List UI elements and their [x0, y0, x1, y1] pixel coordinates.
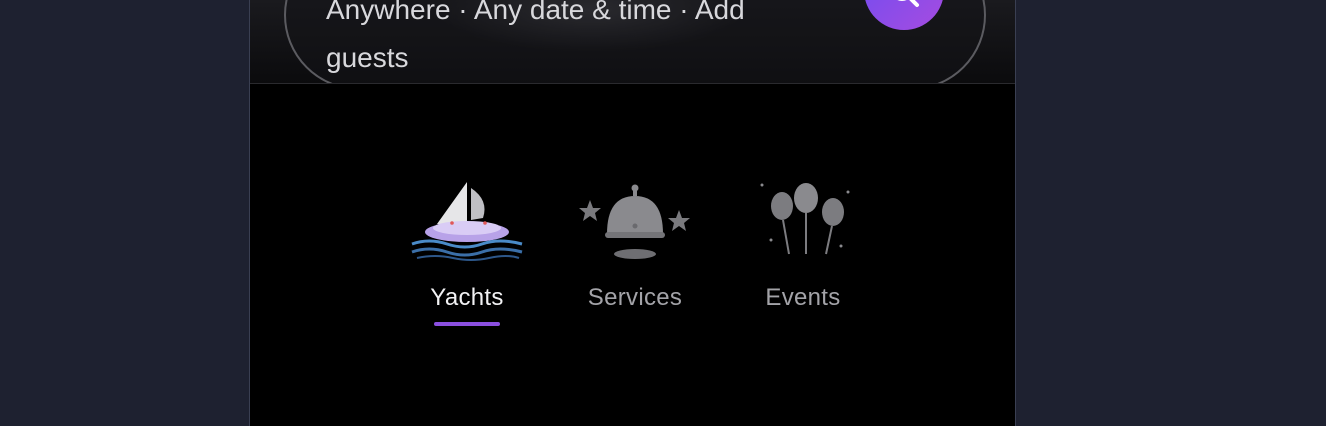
- tab-label: Services: [587, 284, 683, 311]
- tab-indicator: [770, 322, 836, 326]
- search-icon: [897, 0, 919, 7]
- app-screen: Anywhere · Any date & time · Add guests: [249, 0, 1016, 426]
- tab-yachts[interactable]: Yachts: [387, 180, 547, 326]
- search-summary[interactable]: Anywhere · Any date & time · Add guests: [326, 0, 826, 82]
- tab-label: Events: [765, 284, 841, 311]
- tab-indicator: [602, 322, 668, 326]
- concierge-bell-icon: [575, 180, 695, 264]
- search-summary-line-2: guests: [326, 42, 409, 73]
- tab-label: Yachts: [430, 284, 504, 311]
- tab-services[interactable]: Services: [555, 180, 715, 326]
- tab-events[interactable]: Events: [723, 180, 883, 326]
- active-tab-indicator: [434, 322, 500, 326]
- hero-banner: Anywhere · Any date & time · Add guests: [250, 0, 1015, 84]
- yacht-icon: [407, 180, 527, 264]
- balloons-icon: [743, 180, 863, 264]
- search-summary-line-1: Anywhere · Any date & time · Add: [326, 0, 745, 25]
